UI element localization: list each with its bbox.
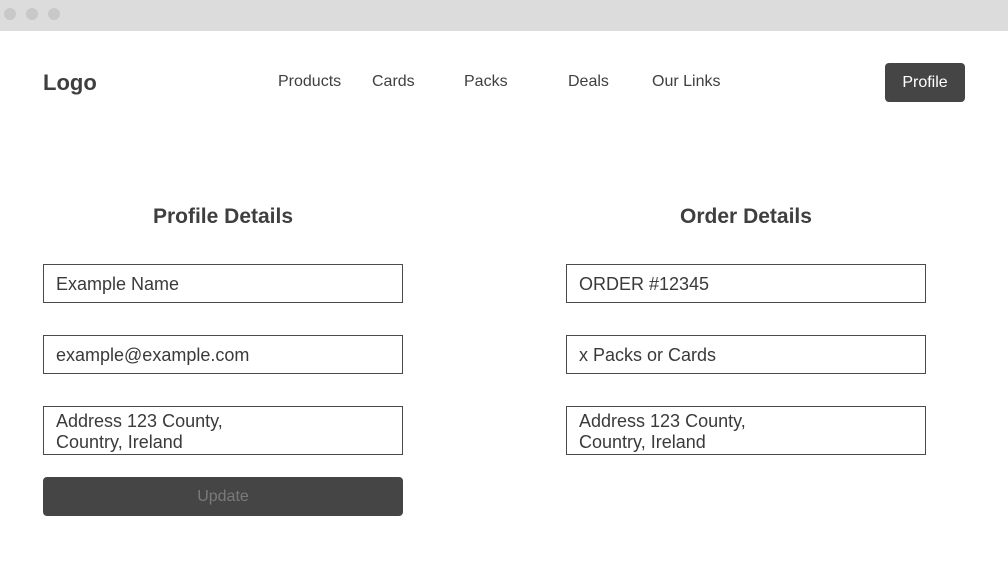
nav-our-links[interactable]: Our Links: [652, 73, 720, 91]
nav-deals[interactable]: Deals: [568, 73, 609, 91]
order-address-value: Address 123 County, Country, Ireland: [579, 411, 746, 452]
name-field[interactable]: Example Name: [43, 264, 403, 303]
profile-button[interactable]: Profile: [885, 63, 965, 102]
nav-products[interactable]: Products: [278, 73, 341, 91]
address-field-value: Address 123 County, Country, Ireland: [56, 411, 223, 452]
order-details-title: Order Details: [680, 205, 812, 228]
window-maximize-control[interactable]: [48, 8, 60, 20]
profile-details-title: Profile Details: [152, 205, 294, 228]
logo[interactable]: Logo: [43, 70, 97, 96]
order-quantity-value: x Packs or Cards: [579, 345, 717, 365]
update-button[interactable]: Update: [43, 477, 403, 516]
order-quantity-field[interactable]: x Packs or Cards: [566, 335, 926, 374]
window-titlebar: [0, 0, 1008, 31]
nav-cards[interactable]: Cards: [372, 73, 415, 91]
order-number-value: ORDER #12345: [579, 274, 710, 294]
window-close-control[interactable]: [4, 8, 16, 20]
address-field[interactable]: Address 123 County, Country, Ireland: [43, 406, 403, 455]
email-field-value: example@example.com: [56, 345, 250, 365]
window-minimize-control[interactable]: [26, 8, 38, 20]
name-field-value: Example Name: [56, 274, 180, 294]
email-field[interactable]: example@example.com: [43, 335, 403, 374]
nav-packs[interactable]: Packs: [464, 73, 508, 91]
order-number-field[interactable]: ORDER #12345: [566, 264, 926, 303]
order-address-field[interactable]: Address 123 County, Country, Ireland: [566, 406, 926, 455]
